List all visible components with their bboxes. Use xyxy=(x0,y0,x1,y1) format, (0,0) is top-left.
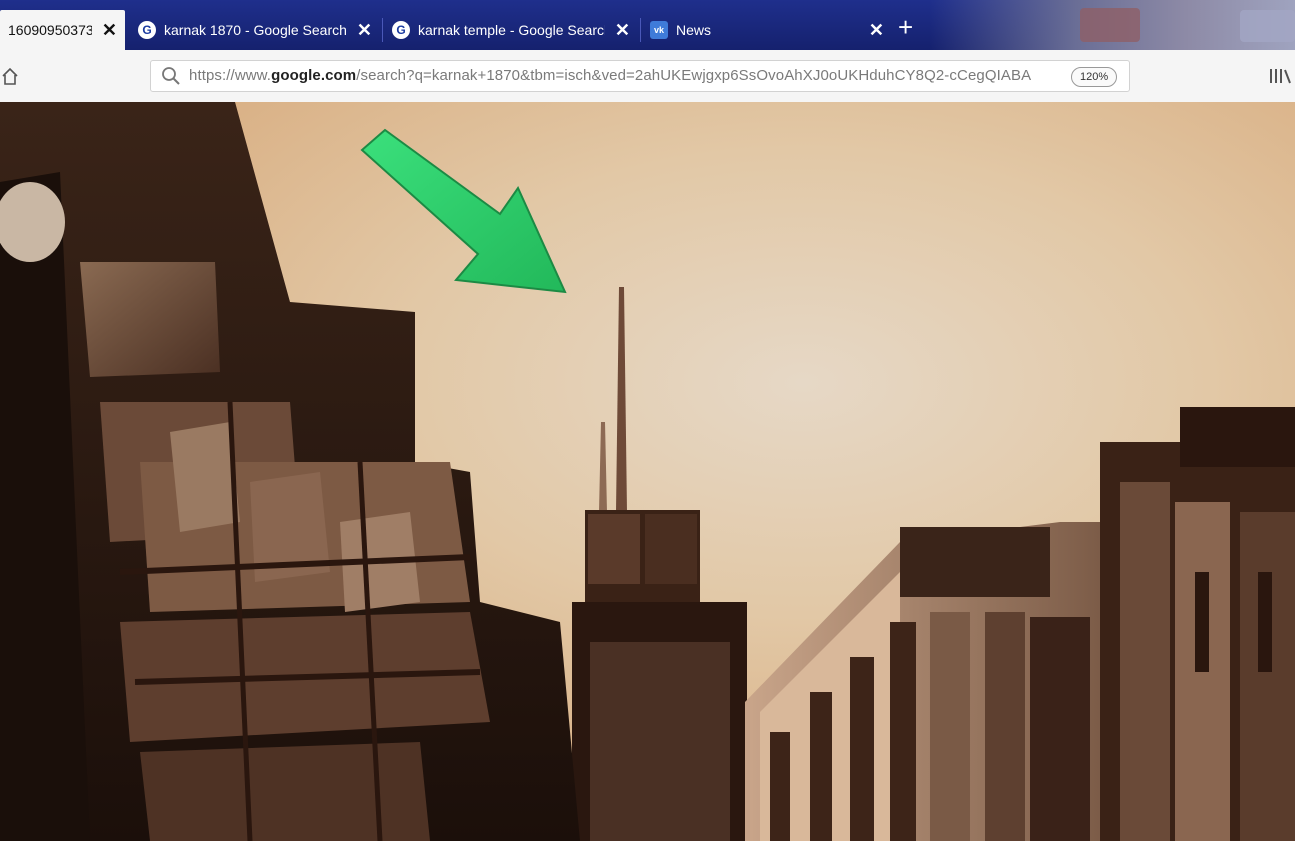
url-prefix: https://www. xyxy=(189,67,272,84)
tab-label: karnak 1870 - Google Search xyxy=(164,22,347,38)
library-icon[interactable] xyxy=(1268,67,1292,90)
close-tab-icon[interactable]: ✕ xyxy=(869,20,884,41)
vk-icon: vk xyxy=(650,21,668,39)
tab-separator xyxy=(382,18,383,42)
new-tab-button[interactable]: + xyxy=(898,14,913,40)
tab-strip: 16090950373_5 ✕ G karnak 1870 - Google S… xyxy=(0,0,1295,50)
url-path: /search?q=karnak+1870&tbm=isch&ved=2ahUK… xyxy=(356,67,1032,84)
close-tab-icon[interactable]: ✕ xyxy=(615,20,630,41)
tab-karnak-1870[interactable]: G karnak 1870 - Google Search ✕ xyxy=(130,10,380,50)
tab-karnak-temple[interactable]: G karnak temple - Google Search ✕ xyxy=(384,10,638,50)
url-text[interactable]: https://www.google.com/search?q=karnak+1… xyxy=(189,67,1069,84)
address-bar[interactable]: https://www.google.com/search?q=karnak+1… xyxy=(150,60,1130,92)
close-tab-icon[interactable]: ✕ xyxy=(357,20,372,41)
tab-label: karnak temple - Google Search xyxy=(418,22,605,38)
tab-image[interactable]: 16090950373_5 ✕ xyxy=(0,10,125,50)
tab-label: News xyxy=(676,22,712,38)
karnak-photo xyxy=(0,102,1295,841)
search-icon xyxy=(161,66,183,88)
blurred-thumbnail xyxy=(1240,10,1295,42)
google-icon: G xyxy=(392,21,410,39)
home-icon[interactable] xyxy=(2,66,18,86)
zoom-level-badge[interactable]: 120% xyxy=(1071,67,1118,87)
navigation-bar: https://www.google.com/search?q=karnak+1… xyxy=(0,50,1295,103)
blurred-thumbnail xyxy=(1080,8,1140,42)
close-tab-icon[interactable]: ✕ xyxy=(102,20,117,41)
browser-window: 16090950373_5 ✕ G karnak 1870 - Google S… xyxy=(0,0,1295,841)
tab-news[interactable]: vk News ✕ xyxy=(642,10,892,50)
url-domain: google.com xyxy=(271,67,357,84)
tab-separator xyxy=(640,18,641,42)
page-content xyxy=(0,102,1295,841)
tab-label: 16090950373_5 xyxy=(8,22,92,38)
google-icon: G xyxy=(138,21,156,39)
